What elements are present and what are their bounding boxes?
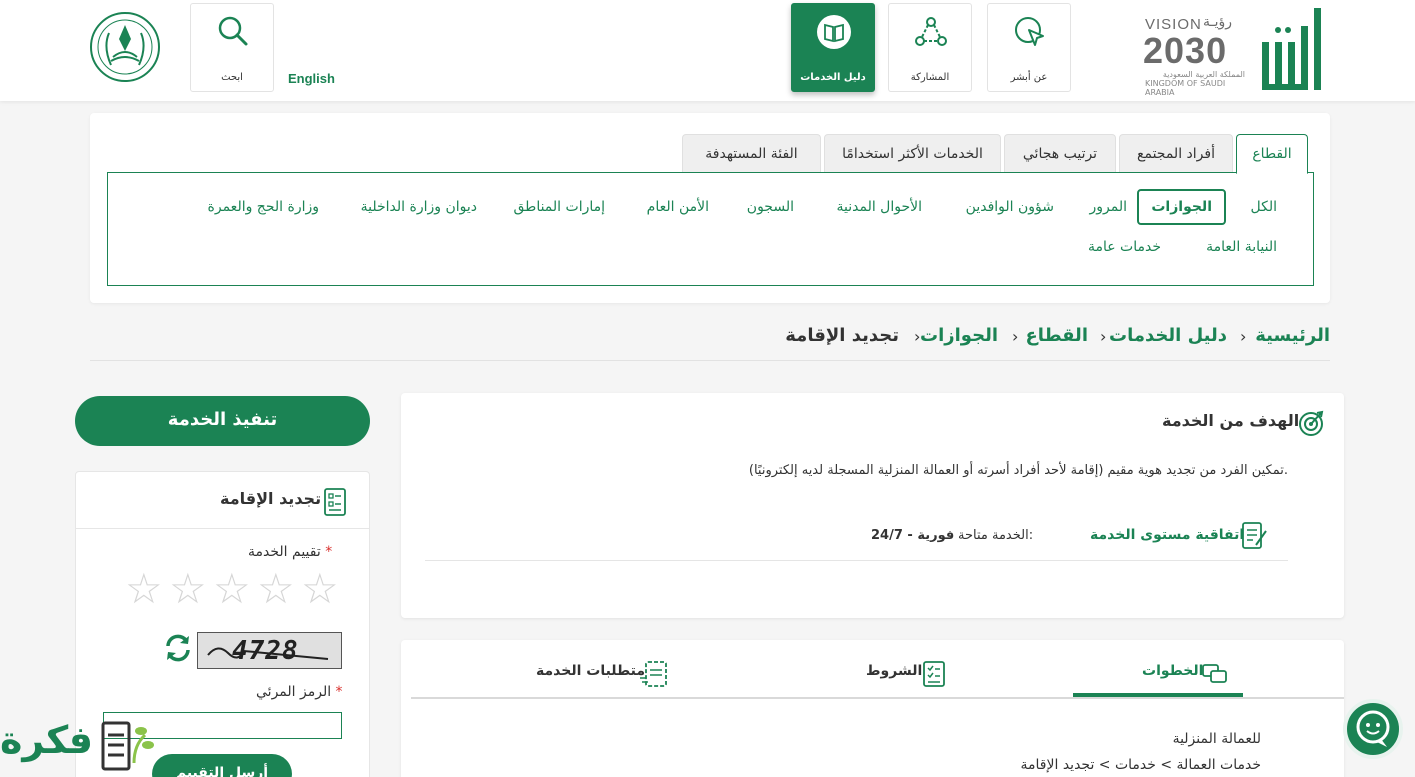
execute-service-button[interactable]: تنفيذ الخدمة bbox=[75, 396, 370, 446]
document-icon bbox=[324, 488, 346, 516]
goal-description: تمكين الفرد من تجديد هوية مقيم (إقامة لأ… bbox=[748, 463, 1288, 478]
category-passports[interactable]: الجوازات bbox=[1137, 189, 1226, 225]
search-button[interactable]: ابحث bbox=[190, 3, 274, 92]
tab-terms[interactable]: الشروط bbox=[866, 663, 922, 679]
book-icon bbox=[817, 15, 851, 49]
tabs-baseline bbox=[411, 697, 1344, 699]
required-mark: * bbox=[325, 544, 333, 560]
cursor-click-icon bbox=[1015, 17, 1044, 46]
divider bbox=[425, 560, 1288, 561]
star-icon[interactable]: ☆ bbox=[213, 568, 251, 610]
tab-community-members[interactable]: أفراد المجتمع bbox=[1119, 134, 1233, 172]
chevron-left-icon: › bbox=[1240, 327, 1247, 346]
tab-most-used[interactable]: الخدمات الأكثر استخدامًا bbox=[824, 134, 1001, 172]
availability-label: الخدمة متاحة: bbox=[958, 528, 1034, 543]
breadcrumb-passports[interactable]: الجوازات bbox=[920, 325, 998, 346]
search-icon bbox=[218, 16, 248, 46]
category-moi-diwan[interactable]: ديوان وزارة الداخلية bbox=[361, 199, 477, 215]
star-icon[interactable]: ☆ bbox=[257, 568, 295, 610]
service-title: تجديد الإقامة bbox=[220, 489, 322, 508]
checklist-icon bbox=[923, 661, 945, 687]
site-header: VISION رؤيـة 2030 المملكة العربية السعود… bbox=[0, 0, 1415, 101]
category-public-prosecution[interactable]: النيابة العامة bbox=[1206, 239, 1277, 255]
chat-assistant-button[interactable] bbox=[1343, 699, 1403, 759]
category-all[interactable]: الكل bbox=[1251, 199, 1278, 215]
send-rating-button[interactable]: أرسل التقييم bbox=[152, 754, 292, 777]
category-general-services[interactable]: خدمات عامة bbox=[1088, 239, 1161, 255]
tab-alphabetical[interactable]: ترتيب هجائي bbox=[1004, 134, 1116, 172]
chat-face-icon bbox=[1356, 710, 1390, 747]
absher-logo[interactable] bbox=[1258, 6, 1326, 92]
refresh-captcha-icon[interactable] bbox=[163, 633, 193, 663]
breadcrumb-home[interactable]: الرئيسية bbox=[1255, 325, 1330, 346]
breadcrumb-sector[interactable]: القطاع bbox=[1026, 325, 1088, 346]
category-hajj[interactable]: وزارة الحج والعمرة bbox=[208, 199, 319, 215]
rating-label: تقييم الخدمة * bbox=[248, 544, 333, 560]
availability-value: فورية - 24/7 bbox=[871, 528, 955, 543]
vision-2030-logo: VISION رؤيـة 2030 المملكة العربية السعود… bbox=[1143, 14, 1245, 97]
step-line: للعمالة المنزلية bbox=[1172, 731, 1261, 747]
captcha-image: 4728 bbox=[197, 632, 342, 669]
watermark-text: فكرة bbox=[0, 718, 94, 762]
tab-sector[interactable]: القطاع bbox=[1236, 134, 1308, 174]
star-icon[interactable]: ☆ bbox=[301, 568, 339, 610]
nav-participation[interactable]: المشاركة bbox=[888, 3, 972, 92]
tab-requirements[interactable]: متطلبات الخدمة bbox=[536, 663, 645, 679]
steps-icon bbox=[1202, 664, 1227, 683]
ministry-emblem[interactable] bbox=[89, 11, 161, 83]
nav-service-guide[interactable]: دليل الخدمات bbox=[791, 3, 875, 92]
share-nodes-icon bbox=[915, 17, 947, 46]
categories-box bbox=[107, 172, 1314, 286]
breadcrumb-service-guide[interactable]: دليل الخدمات bbox=[1109, 325, 1227, 346]
required-mark: * bbox=[335, 684, 343, 700]
chevron-left-icon: › bbox=[1012, 327, 1019, 346]
tab-steps[interactable]: الخطوات bbox=[1142, 663, 1203, 679]
chevron-left-icon: › bbox=[914, 327, 921, 346]
step-line: خدمات العمالة > خدمات > تجديد الإقامة bbox=[1020, 757, 1261, 773]
english-language-link[interactable]: English bbox=[288, 71, 335, 86]
goal-title: الهدف من الخدمة bbox=[1162, 411, 1300, 430]
category-traffic[interactable]: المرور bbox=[1090, 199, 1128, 215]
category-prisons[interactable]: السجون bbox=[747, 199, 794, 215]
star-icon[interactable]: ☆ bbox=[169, 568, 207, 610]
target-icon bbox=[1299, 410, 1324, 436]
star-icon[interactable]: ☆ bbox=[125, 568, 163, 610]
tab-target-group[interactable]: الفئة المستهدفة bbox=[682, 134, 821, 172]
divider bbox=[76, 528, 369, 529]
sla-link[interactable]: اتفاقية مستوى الخدمة bbox=[1090, 527, 1244, 543]
category-expatriates[interactable]: شؤون الوافدين bbox=[966, 199, 1054, 215]
document-agreement-icon bbox=[1242, 522, 1267, 549]
captcha-noise bbox=[207, 647, 329, 660]
breadcrumb-current: تجديد الإقامة bbox=[785, 325, 899, 346]
category-regions[interactable]: إمارات المناطق bbox=[514, 199, 606, 215]
divider bbox=[90, 360, 1330, 361]
category-public-security[interactable]: الأمن العام bbox=[647, 199, 709, 215]
nav-about-absher[interactable]: عن أبشر bbox=[987, 3, 1071, 92]
visual-code-label: الرمز المرئي * bbox=[256, 684, 343, 700]
active-tab-indicator bbox=[1073, 693, 1243, 697]
category-civil-affairs[interactable]: الأحوال المدنية bbox=[837, 199, 923, 215]
chevron-left-icon: › bbox=[1100, 327, 1107, 346]
